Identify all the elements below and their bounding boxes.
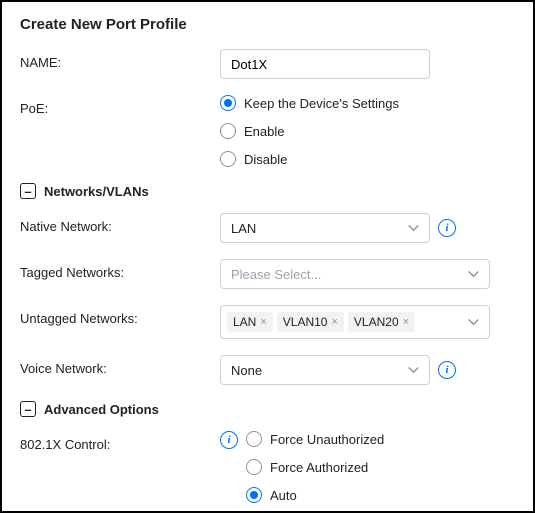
tag-list: LAN × VLAN10 × VLAN20 × [227,312,415,332]
dot1x-option-force-authorized[interactable]: Force Authorized [246,459,384,475]
chevron-down-icon [408,225,419,232]
native-network-select[interactable]: LAN [220,213,430,243]
row-native-network: Native Network: LAN i [20,213,515,243]
dot1x-option-force-unauthorized[interactable]: Force Unauthorized [246,431,384,447]
tag-remove-icon[interactable]: × [403,316,409,328]
tag-item: VLAN10 × [277,312,344,332]
section-title: Networks/VLANs [44,184,149,199]
poe-option-label: Keep the Device's Settings [244,96,399,111]
untagged-networks-label: Untagged Networks: [20,305,220,326]
tagged-networks-label: Tagged Networks: [20,259,220,280]
radio-icon [220,123,236,139]
poe-label: PoE: [20,95,220,116]
info-icon[interactable]: i [438,219,456,237]
dot1x-label: 802.1X Control: [20,431,220,452]
radio-icon [220,151,236,167]
section-title: Advanced Options [44,402,159,417]
poe-option-label: Disable [244,152,287,167]
chevron-down-icon [468,319,479,326]
dot1x-option-auto[interactable]: Auto [246,487,384,503]
tag-item: VLAN20 × [348,312,415,332]
chevron-down-icon [408,367,419,374]
row-poe: PoE: Keep the Device's Settings Enable D… [20,95,515,167]
collapse-button[interactable]: – [20,401,36,417]
select-value: None [231,363,262,378]
row-voice-network: Voice Network: None i [20,355,515,385]
poe-option-disable[interactable]: Disable [220,151,399,167]
dot1x-option-label: Auto [270,488,297,503]
radio-icon [246,459,262,475]
poe-option-enable[interactable]: Enable [220,123,399,139]
page-title: Create New Port Profile [20,16,515,33]
row-untagged-networks: Untagged Networks: LAN × VLAN10 × VLAN20… [20,305,515,339]
info-icon[interactable]: i [220,431,238,449]
name-input[interactable] [220,49,430,79]
radio-icon [246,431,262,447]
row-dot1x: 802.1X Control: i Force Unauthorized For… [20,431,515,503]
tagged-networks-select[interactable]: Please Select... [220,259,490,289]
radio-icon [220,95,236,111]
tag-remove-icon[interactable]: × [331,316,337,328]
name-label: NAME: [20,49,220,70]
poe-option-keep[interactable]: Keep the Device's Settings [220,95,399,111]
select-placeholder: Please Select... [231,267,321,282]
poe-option-label: Enable [244,124,284,139]
tag-label: VLAN10 [283,315,328,329]
section-advanced: – Advanced Options [20,401,515,417]
row-name: NAME: [20,49,515,79]
radio-icon [246,487,262,503]
native-network-label: Native Network: [20,213,220,234]
untagged-networks-select[interactable]: LAN × VLAN10 × VLAN20 × [220,305,490,339]
dot1x-option-label: Force Authorized [270,460,368,475]
voice-network-select[interactable]: None [220,355,430,385]
row-tagged-networks: Tagged Networks: Please Select... [20,259,515,289]
tag-label: VLAN20 [354,315,399,329]
tag-remove-icon[interactable]: × [260,316,266,328]
dot1x-option-label: Force Unauthorized [270,432,384,447]
section-networks: – Networks/VLANs [20,183,515,199]
select-value: LAN [231,221,256,236]
tag-label: LAN [233,315,256,329]
info-icon[interactable]: i [438,361,456,379]
collapse-button[interactable]: – [20,183,36,199]
voice-network-label: Voice Network: [20,355,220,376]
chevron-down-icon [468,271,479,278]
tag-item: LAN × [227,312,273,332]
